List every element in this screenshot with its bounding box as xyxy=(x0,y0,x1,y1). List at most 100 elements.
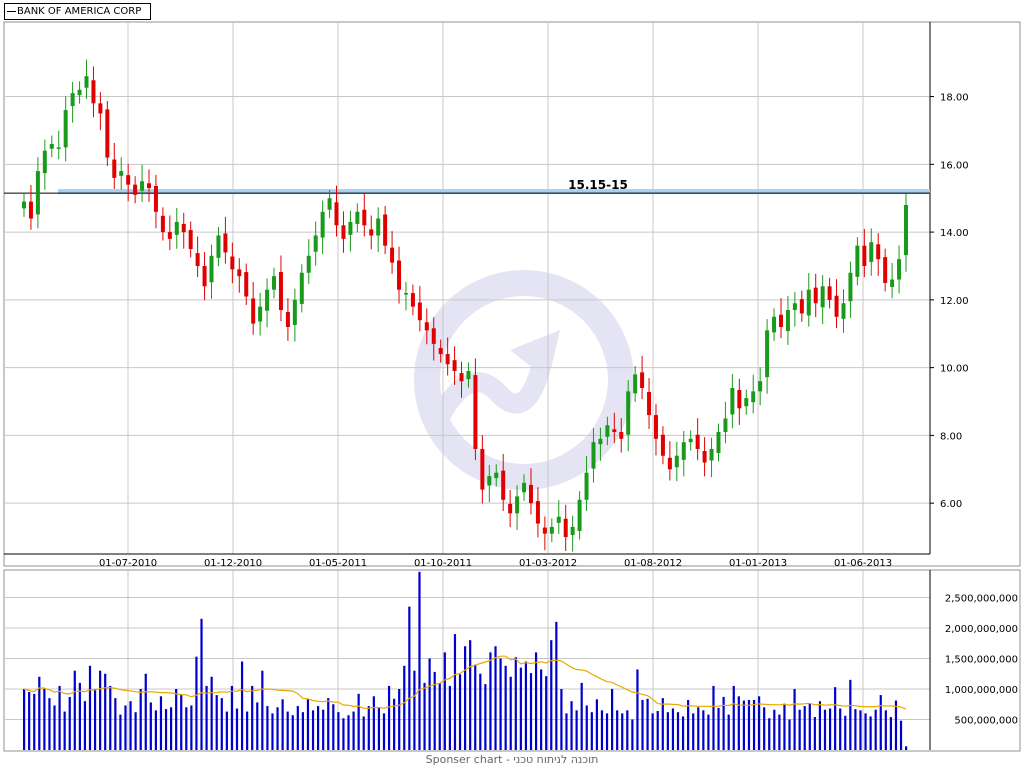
level-annotation: 15.15-15 xyxy=(568,178,628,192)
candle-body xyxy=(126,175,131,185)
candle-body xyxy=(744,398,749,407)
candle-body xyxy=(522,482,527,493)
volume-bar xyxy=(372,696,375,750)
candle-body xyxy=(49,143,54,149)
volume-bar xyxy=(611,688,614,750)
candle-body xyxy=(112,159,117,178)
volume-bar xyxy=(534,652,538,750)
volume-bar xyxy=(78,682,81,750)
volume-bar xyxy=(474,664,477,750)
volume-bar xyxy=(692,713,695,750)
volume-bar xyxy=(73,670,76,750)
volume-bar xyxy=(494,646,497,750)
volume-bar xyxy=(301,712,304,750)
volume-bar xyxy=(220,698,223,750)
candle-body xyxy=(751,391,756,403)
candle-body xyxy=(105,109,110,158)
candle-body xyxy=(612,429,617,433)
candle-body xyxy=(466,371,471,380)
volume-bar xyxy=(697,707,700,750)
volume-bar xyxy=(565,713,568,750)
volume-bar xyxy=(246,711,249,750)
volume-bar xyxy=(200,618,203,750)
volume-tick-label: 1,000,000,000 xyxy=(945,685,1018,696)
candle-body xyxy=(890,279,895,287)
volume-bar xyxy=(230,685,234,750)
volume-bar xyxy=(676,712,680,750)
volume-bar xyxy=(251,685,254,750)
candle-body xyxy=(515,496,520,514)
candle-body xyxy=(445,354,450,365)
volume-bar xyxy=(306,699,310,750)
price-tick-label: 10.00 xyxy=(940,364,969,375)
candle-body xyxy=(452,360,457,372)
volume-bar xyxy=(524,661,528,750)
volume-bar xyxy=(382,713,386,750)
volume-bar xyxy=(190,705,193,750)
volume-bar xyxy=(489,652,492,750)
candle-body xyxy=(723,418,728,433)
candle-body xyxy=(549,526,554,534)
volume-bar xyxy=(99,670,102,750)
candle-body xyxy=(904,204,908,256)
candle-body xyxy=(202,265,207,287)
candle-body xyxy=(91,80,96,104)
candle-body xyxy=(480,448,485,490)
volume-bar xyxy=(560,688,563,750)
candle-body xyxy=(660,434,665,456)
volume-bar xyxy=(621,713,624,750)
candle-body xyxy=(320,211,325,238)
volume-bar xyxy=(458,674,462,750)
candle-body xyxy=(42,150,47,174)
volume-bar xyxy=(68,696,71,750)
candle-body xyxy=(501,470,506,500)
volume-bar xyxy=(195,656,198,750)
candle-body xyxy=(334,202,339,226)
volume-bar xyxy=(443,652,446,750)
volume-bar xyxy=(357,693,360,750)
volume-bar xyxy=(803,706,806,750)
volume-bar xyxy=(235,708,239,750)
candle-body xyxy=(799,299,804,314)
candle-body xyxy=(160,215,165,233)
candle-body xyxy=(341,225,346,239)
volume-bar xyxy=(322,709,325,750)
volume-bar xyxy=(170,707,173,750)
volume-bar xyxy=(905,746,908,750)
volume-bar xyxy=(656,710,659,750)
volume-bar xyxy=(296,706,299,750)
volume-bar xyxy=(519,667,522,750)
price-tick-label: 8.00 xyxy=(940,431,962,442)
candle-body xyxy=(147,183,152,189)
volume-bar xyxy=(83,701,87,750)
volume-bar xyxy=(403,665,406,750)
volume-bar xyxy=(48,698,51,750)
volume-bar xyxy=(747,699,751,750)
candle-body xyxy=(528,484,533,504)
candle-body xyxy=(244,272,249,297)
volume-bar xyxy=(839,708,842,750)
volume-bar xyxy=(164,709,168,750)
candle-body xyxy=(577,499,582,531)
volume-bar xyxy=(899,720,903,750)
candle-body xyxy=(390,247,395,263)
candle-body xyxy=(647,392,652,416)
candle-body xyxy=(383,214,388,246)
volume-bar xyxy=(854,709,857,750)
candle-body xyxy=(785,310,790,332)
volume-bar xyxy=(159,696,163,750)
stock-chart: 6.00 8.00 10.00 12.00 14.00 16.00 18.00 01-07-… xyxy=(3,21,1021,752)
candle-body xyxy=(674,455,679,468)
volume-bar xyxy=(529,673,533,750)
volume-bar xyxy=(144,673,147,750)
volume-bar xyxy=(23,688,26,750)
volume-bar xyxy=(783,703,786,750)
candle-body xyxy=(730,387,735,415)
candle-body xyxy=(417,302,422,321)
candle-body xyxy=(459,373,464,382)
volume-bar xyxy=(271,713,274,750)
candle-body xyxy=(591,442,596,469)
candle-body xyxy=(362,209,367,226)
date-tick-label: 01-08-2012 xyxy=(624,558,682,569)
candle-body xyxy=(855,245,860,277)
